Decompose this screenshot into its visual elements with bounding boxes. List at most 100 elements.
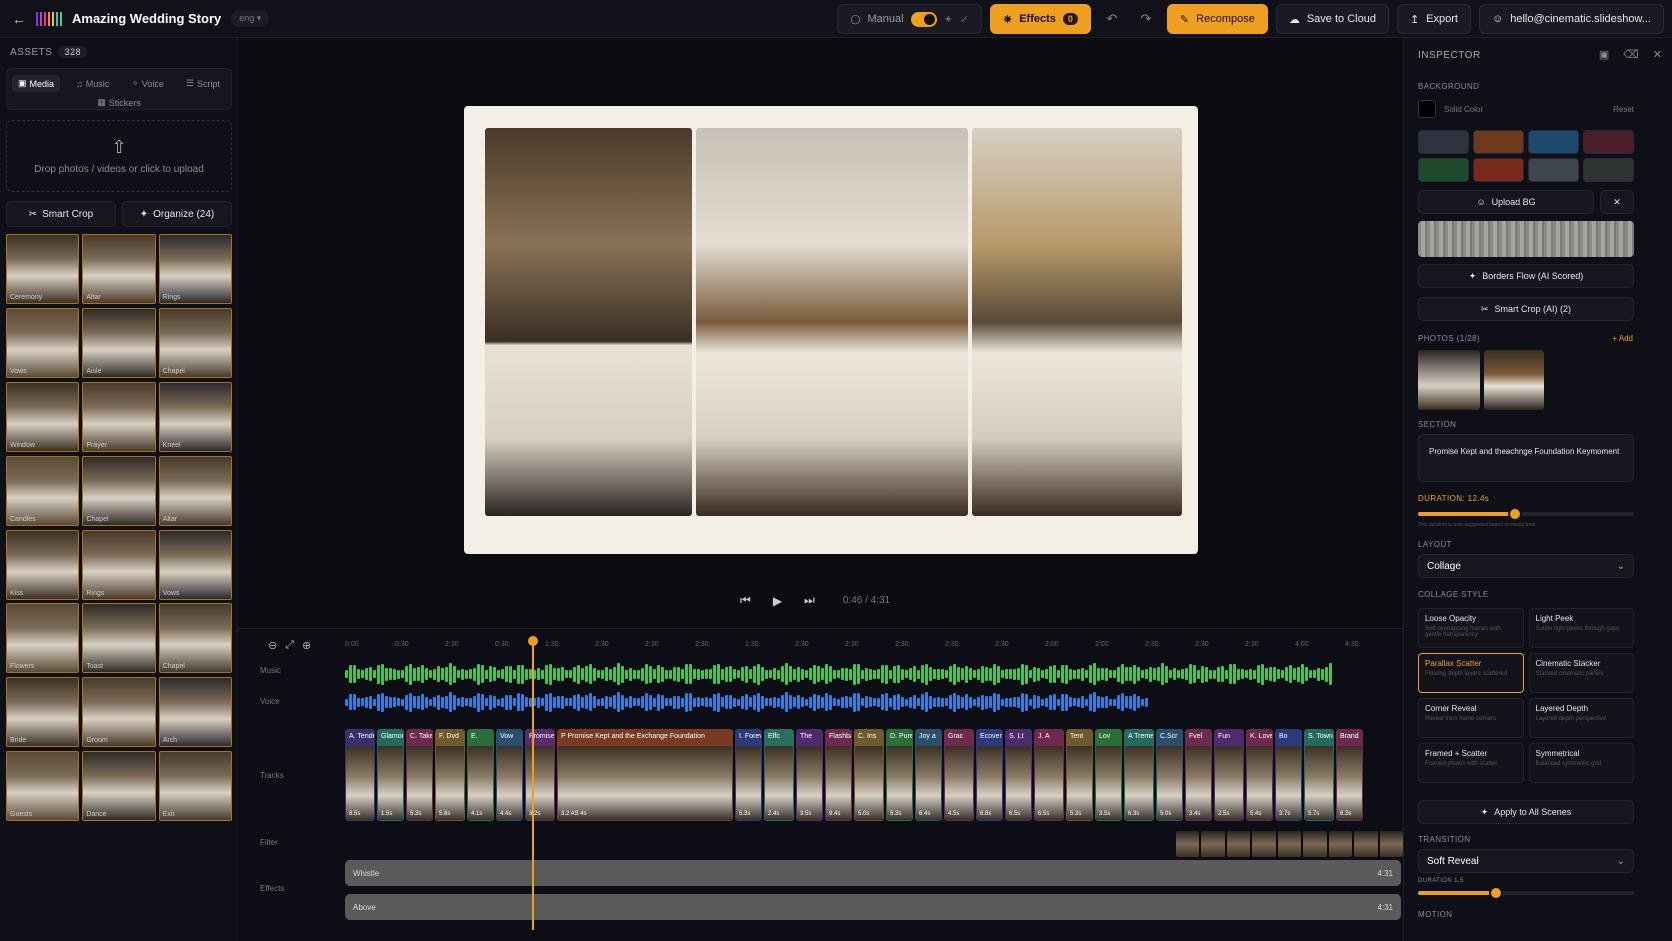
effects-button[interactable]: ✷ Effects 0 (990, 4, 1091, 34)
media-thumbnail[interactable]: Altar (82, 234, 156, 304)
media-thumbnail[interactable]: Rings (82, 529, 156, 600)
transition-slider-knob[interactable] (1489, 886, 1503, 900)
media-thumbnail[interactable]: Kiss (6, 529, 80, 600)
skip-back-icon[interactable]: ⏮ (740, 593, 751, 608)
timeline-clip[interactable]: Bo 3.7s (1275, 729, 1302, 821)
preview-canvas[interactable] (464, 106, 1198, 554)
organize-button[interactable]: ✦ Organize (24) (122, 201, 232, 227)
background-texture-preview[interactable] (1418, 221, 1634, 257)
collage-photo-center[interactable] (696, 128, 968, 516)
timeline-clip[interactable]: C. Ins 5.0s (854, 729, 884, 821)
tab-music[interactable]: ♫ Music (70, 75, 115, 92)
timeline-clip[interactable]: C.Scr 5.0s (1156, 729, 1183, 821)
timeline-clip[interactable]: Ecover 6.8s (976, 729, 1003, 821)
filter-thumbnail[interactable] (1277, 831, 1302, 857)
manual-toggle-switch[interactable] (910, 11, 937, 27)
timeline-clip[interactable]: I. Forever 5.3s (735, 729, 762, 821)
save-to-cloud-button[interactable]: ☁ Save to Cloud (1275, 4, 1389, 34)
media-thumbnail[interactable]: Toast (82, 603, 156, 674)
layout-select[interactable]: Collage ⌄ (1418, 554, 1634, 578)
timeline-clip[interactable]: F. Dvd 5.6s (435, 729, 465, 821)
media-thumbnail[interactable]: Groom (82, 677, 156, 748)
fit-icon[interactable]: ⤢ (285, 639, 294, 652)
timeline-clip[interactable]: E. 4.1s (467, 729, 494, 821)
timeline-clip[interactable]: Vow 4.4s (496, 729, 523, 821)
timeline-clip[interactable]: Glamour 1.5s (377, 729, 404, 821)
timeline-clip[interactable]: Flashback 9.4s (825, 729, 852, 821)
photo-thumb-2[interactable] (1484, 350, 1544, 410)
timeline-clip[interactable]: Promise 3.2s (525, 729, 555, 821)
trash-icon[interactable]: ⌫ (1623, 48, 1639, 61)
media-thumbnail[interactable]: Chapel (158, 603, 232, 674)
filter-thumbnail[interactable] (1303, 831, 1327, 857)
project-title[interactable]: Amazing Wedding Story (72, 11, 221, 26)
tab-voice[interactable]: ⚬ Voice (125, 75, 170, 92)
media-thumbnail[interactable]: Prayer (82, 381, 156, 452)
remove-bg-button[interactable]: ✕ (1600, 190, 1634, 214)
music-waveform[interactable] (345, 662, 1332, 686)
media-thumbnail[interactable]: Ceremony (6, 234, 80, 304)
media-thumbnail[interactable]: Flowers (6, 603, 80, 674)
tab-media[interactable]: ▣ Media (12, 75, 61, 92)
color-swatch[interactable] (1528, 158, 1579, 182)
timeline-clip[interactable]: K. Love 5.4s (1246, 729, 1273, 821)
collage-style-option[interactable]: Framed + Scatter Framed photos with scatt… (1418, 743, 1524, 783)
color-swatch[interactable] (1583, 130, 1634, 154)
voice-waveform[interactable] (345, 691, 1148, 713)
timeline-clip[interactable]: J. A 6.5s (1034, 729, 1064, 821)
back-arrow-icon[interactable]: ← (12, 11, 26, 27)
media-thumbnail[interactable]: Candles (6, 455, 80, 526)
smart-crop-ai-button[interactable]: ✂ Smart Crop (AI) (2) (1418, 297, 1634, 321)
filter-thumbnail[interactable] (1328, 831, 1353, 857)
timeline-clip[interactable]: C. Takeni 5.3s (406, 729, 433, 821)
transition-select[interactable]: Soft Reveal ⌄ (1418, 849, 1634, 873)
media-thumbnail[interactable]: Vows (158, 529, 232, 600)
timeline-clip[interactable]: Effc 2.4s (764, 729, 794, 821)
redo-icon[interactable]: ↷ (1133, 4, 1159, 34)
export-button[interactable]: ↥ Export (1396, 4, 1471, 34)
timeline-clip[interactable]: Brand 6.3s (1336, 729, 1363, 821)
filter-thumbnail[interactable] (1201, 831, 1225, 857)
color-swatch[interactable] (1418, 158, 1469, 182)
duplicate-icon[interactable]: ▣ (1599, 48, 1609, 61)
media-thumbnail[interactable]: Window (6, 381, 80, 452)
reset-link[interactable]: Reset (1613, 105, 1634, 114)
media-thumbnail[interactable]: Chapel (158, 307, 232, 378)
media-thumbnail[interactable]: Altar (158, 455, 232, 526)
collage-style-option[interactable]: Layered Depth Layered depth perspective (1528, 698, 1634, 738)
timeline-clip[interactable]: Tent 5.3s (1066, 729, 1093, 821)
media-thumbnail[interactable]: Rings (158, 234, 232, 304)
collage-style-option[interactable]: Light Peek Subtle light peeks through gap… (1528, 608, 1634, 648)
recompose-button[interactable]: ✎ Recompose (1166, 4, 1268, 34)
media-thumbnail[interactable]: Arch (158, 677, 232, 748)
duration-slider-knob[interactable] (1508, 507, 1522, 521)
filter-thumbnail[interactable] (1379, 831, 1403, 857)
color-swatch[interactable] (1583, 158, 1634, 182)
tab-script[interactable]: ☰ Script (180, 75, 226, 92)
apply-all-button[interactable]: ✦ Apply to All Scenes (1418, 800, 1634, 824)
zoom-in-icon[interactable]: ⊕ (302, 639, 311, 652)
color-swatch[interactable] (1528, 130, 1579, 154)
user-account-button[interactable]: ☺ hello@cinematic.slideshow... (1478, 4, 1664, 34)
media-thumbnail[interactable]: Dance (82, 751, 156, 822)
collage-style-option[interactable]: Loose Opacity Soft overlapping frames wit… (1418, 608, 1524, 648)
media-thumbnail[interactable]: Aisle (82, 307, 156, 378)
filter-thumbnail[interactable] (1354, 831, 1378, 857)
play-icon[interactable]: ▶ (773, 594, 782, 608)
add-photo-link[interactable]: + Add (1612, 334, 1633, 343)
zoom-out-icon[interactable]: ⊖ (268, 639, 277, 652)
media-thumbnail[interactable]: Bride (6, 677, 80, 748)
timeline-clip[interactable]: A Treme 6.3s (1124, 729, 1154, 821)
filter-strip[interactable] (1176, 831, 1403, 857)
playhead[interactable] (528, 636, 538, 930)
timeline-clip[interactable]: S. Towne 5.7s (1304, 729, 1334, 821)
undo-icon[interactable]: ↶ (1099, 4, 1125, 34)
section-text-field[interactable]: Promise Kept and theachnge Foundation Ke… (1418, 434, 1634, 482)
color-swatch[interactable] (1418, 130, 1469, 154)
collage-photo-left[interactable] (485, 128, 692, 516)
filter-thumbnail[interactable] (1252, 831, 1276, 857)
collage-style-option[interactable]: Cinematic Stacker Stacked cinematic panel… (1528, 653, 1634, 693)
timeline-clip[interactable]: D. Pure 5.3s (886, 729, 913, 821)
skip-forward-icon[interactable]: ⏭ (804, 593, 815, 608)
transition-duration-slider[interactable] (1418, 886, 1634, 900)
